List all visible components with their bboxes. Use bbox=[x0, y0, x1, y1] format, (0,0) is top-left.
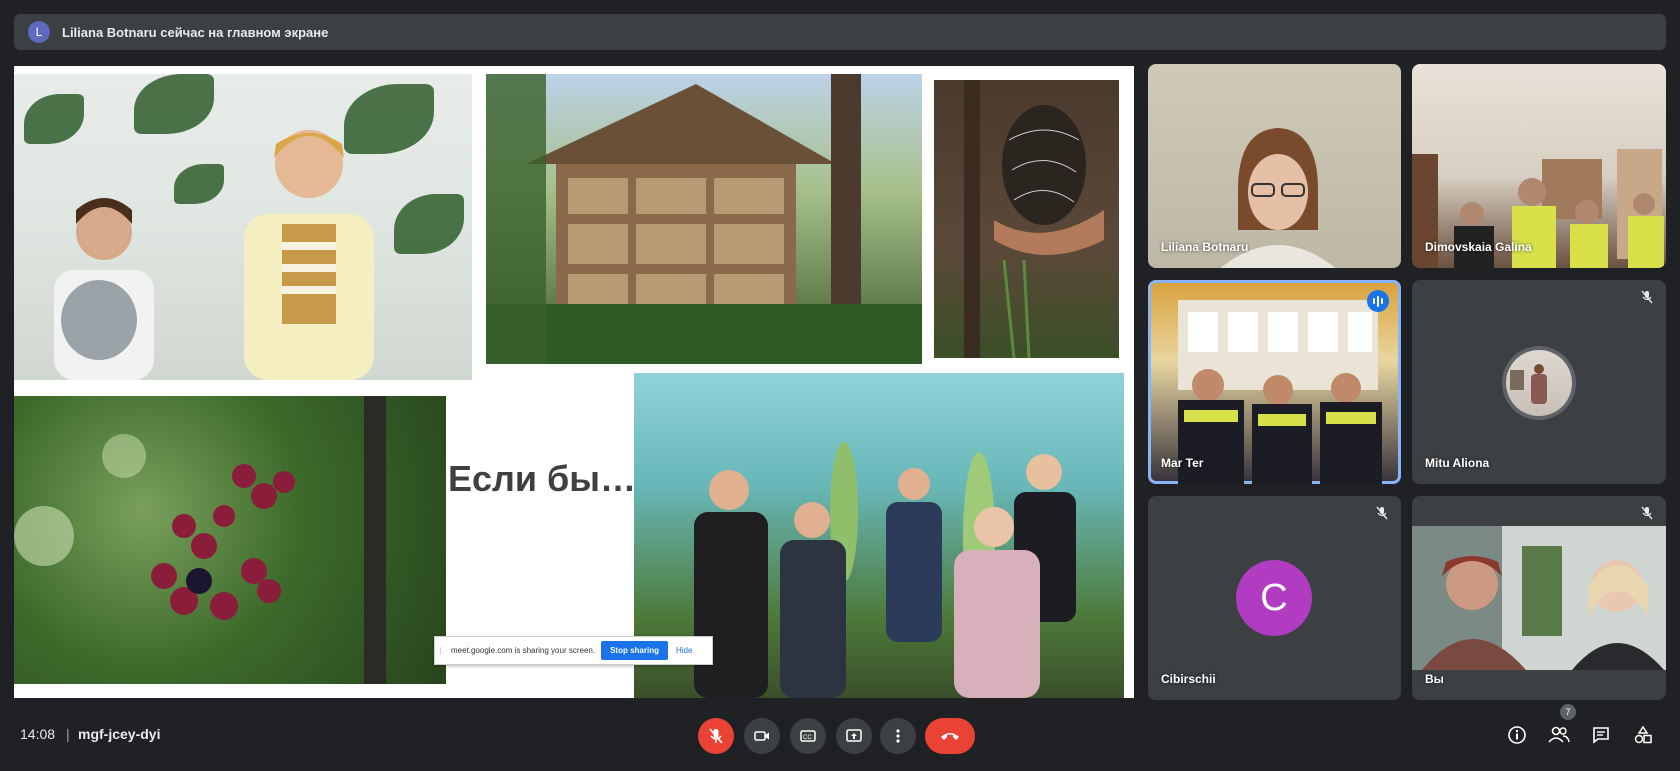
participant-name: Liliana Botnaru bbox=[1161, 240, 1249, 254]
info-icon bbox=[1508, 726, 1526, 744]
people-count-badge: 7 bbox=[1560, 704, 1576, 720]
captions-icon: CC bbox=[800, 730, 816, 742]
meeting-controls-bar: 14:08 | mgf-jcey-dyi CC 7 bbox=[0, 704, 1680, 771]
participant-name: Mitu Aliona bbox=[1425, 456, 1490, 470]
captions-button[interactable]: CC bbox=[790, 718, 826, 754]
participant-tile[interactable]: Вы bbox=[1412, 496, 1666, 700]
participant-tile[interactable]: Mitu Aliona bbox=[1412, 280, 1666, 484]
mic-off-icon bbox=[1641, 506, 1653, 520]
participant-tile[interactable]: Dimovskaia Galina bbox=[1412, 64, 1666, 268]
camera-icon bbox=[754, 731, 769, 741]
meeting-time: 14:08 bbox=[20, 726, 56, 742]
more-vert-icon bbox=[896, 729, 900, 743]
activities-button[interactable] bbox=[1632, 724, 1654, 746]
slide-photo-blackberries bbox=[14, 396, 446, 684]
participant-name: Cibirschii bbox=[1161, 672, 1216, 686]
screen-sharing-bar: ⁞ meet.google.com is sharing your screen… bbox=[434, 636, 713, 665]
slide-photo-roots bbox=[934, 80, 1119, 358]
present-icon bbox=[846, 729, 862, 742]
participant-tile[interactable]: Liliana Botnaru bbox=[1148, 64, 1401, 268]
meeting-code: mgf-jcey-dyi bbox=[78, 726, 161, 742]
sharing-message: meet.google.com is sharing your screen. bbox=[451, 646, 596, 655]
separator: | bbox=[66, 726, 70, 742]
slide-photo-kids bbox=[14, 74, 472, 380]
slide-title: Если бы… bbox=[448, 458, 637, 499]
presentation-banner-text: Liliana Botnaru сейчас на главном экране bbox=[62, 24, 329, 40]
participant-name: Mar Ter bbox=[1161, 456, 1204, 470]
presenter-avatar: L bbox=[28, 21, 50, 43]
leave-call-button[interactable] bbox=[925, 718, 975, 754]
activities-icon bbox=[1634, 725, 1652, 744]
participant-video bbox=[1178, 300, 1382, 484]
svg-text:CC: CC bbox=[803, 735, 812, 741]
stop-sharing-button[interactable]: Stop sharing bbox=[601, 641, 668, 660]
speaking-indicator-icon bbox=[1367, 290, 1389, 312]
chat-button[interactable] bbox=[1590, 724, 1612, 746]
participant-video bbox=[1412, 149, 1664, 268]
mic-off-icon bbox=[1641, 290, 1653, 304]
participant-tile[interactable]: C Cibirschii bbox=[1148, 496, 1401, 700]
presentation-banner: L Liliana Botnaru сейчас на главном экра… bbox=[14, 14, 1666, 50]
participant-tile[interactable]: Mar Ter bbox=[1148, 280, 1401, 484]
show-everyone-button[interactable] bbox=[1548, 724, 1570, 746]
avatar bbox=[1502, 346, 1576, 420]
mic-off-icon bbox=[709, 728, 723, 744]
hide-link[interactable]: Hide bbox=[676, 646, 692, 655]
shared-screen: Если бы… bbox=[14, 66, 1134, 698]
avatar: C bbox=[1236, 560, 1312, 636]
mic-off-icon bbox=[1376, 506, 1388, 520]
more-options-button[interactable] bbox=[880, 718, 916, 754]
drag-handle-icon[interactable]: ⁞ bbox=[439, 646, 445, 656]
toggle-camera-button[interactable] bbox=[744, 718, 780, 754]
slide-photo-insect-hotel bbox=[486, 74, 922, 364]
chat-icon bbox=[1593, 727, 1609, 744]
participant-name: Вы bbox=[1425, 672, 1444, 686]
people-icon bbox=[1548, 726, 1570, 743]
participant-name: Dimovskaia Galina bbox=[1425, 240, 1532, 254]
toggle-microphone-button[interactable] bbox=[698, 718, 734, 754]
meeting-details-button[interactable] bbox=[1506, 724, 1528, 746]
hang-up-icon bbox=[941, 733, 959, 740]
present-screen-button[interactable] bbox=[836, 718, 872, 754]
participant-video bbox=[1412, 526, 1666, 670]
